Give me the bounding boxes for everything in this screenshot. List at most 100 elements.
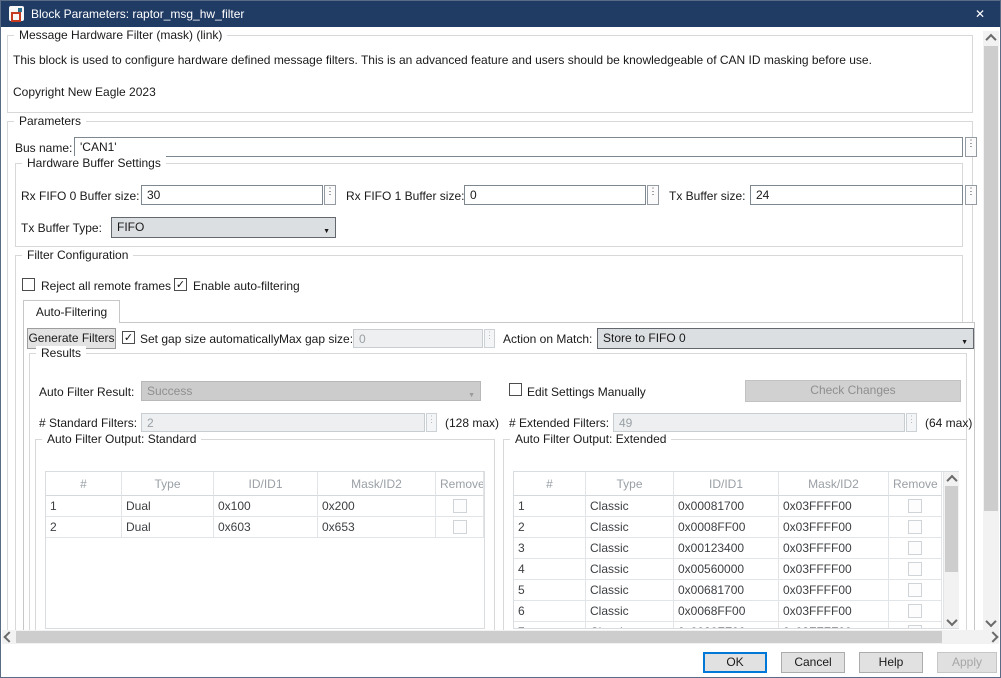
vscroll-thumb[interactable] [984,46,998,511]
remove-checkbox [908,625,922,629]
rx-fifo0-input[interactable]: 30 [141,185,323,205]
standard-filters-spinner: ⋮ [426,413,437,432]
table-cell: 1 [46,496,122,517]
set-gap-auto-checkbox[interactable]: ✓ [122,331,135,344]
rx-fifo1-label: Rx FIFO 1 Buffer size: [346,189,464,203]
scroll-down-icon[interactable] [944,615,959,628]
extended-filter-table[interactable]: #TypeID/ID1Mask/ID2Remove1Classic0x00081… [513,471,959,629]
table-row: 6Classic0x0068FF000x03FFFF00 [514,601,942,622]
extended-filters-max-note: (64 max) [925,416,972,430]
scroll-down-icon[interactable] [983,616,999,630]
action-on-match-label: Action on Match: [503,332,592,346]
cancel-button[interactable]: Cancel [781,652,845,673]
table-cell: 0x00560000 [674,559,779,580]
dialog-vscrollbar[interactable] [983,31,999,630]
chevron-down-icon: ▼ [468,387,475,404]
reject-remote-frames-label: Reject all remote frames [41,279,171,293]
table-cell: 3 [514,538,586,559]
enable-auto-filtering-label: Enable auto-filtering [193,279,300,293]
standard-filter-table[interactable]: #TypeID/ID1Mask/ID2Remove1Dual0x1000x200… [45,471,485,629]
scroll-up-icon[interactable] [944,472,959,485]
table-cell: Dual [122,517,214,538]
table-cell: Classic [586,622,674,629]
hscroll-thumb[interactable] [16,631,942,643]
table-cell: Classic [586,496,674,517]
scroll-left-icon[interactable] [2,630,15,644]
remove-cell [889,538,942,559]
table-cell: 4 [514,559,586,580]
remove-checkbox [908,541,922,555]
table-row: 1Classic0x000817000x03FFFF00 [514,496,942,517]
set-gap-auto-label: Set gap size automatically [140,332,279,346]
auto-filter-result-dropdown: Success ▼ [141,381,481,401]
edit-settings-manually-label: Edit Settings Manually [527,385,646,399]
table-cell: 0x03FFFF00 [779,496,889,517]
auto-filter-result-label: Auto Filter Result: [39,385,134,399]
bus-name-spinner[interactable]: ⋮ [965,137,977,157]
enable-auto-filtering-checkbox[interactable]: ✓ [174,278,187,291]
remove-cell [889,601,942,622]
tx-buffer-type-dropdown[interactable]: FIFO ▼ [111,217,336,238]
column-header: # [46,472,122,496]
remove-checkbox [908,583,922,597]
help-button[interactable]: Help [859,652,923,673]
reject-remote-frames-checkbox[interactable] [22,278,35,291]
ok-button[interactable]: OK [703,652,767,673]
table-cell: 0x03FFFF00 [779,580,889,601]
table-cell: 0x00681700 [674,580,779,601]
max-gap-size-label: Max gap size: [279,332,353,346]
table-cell: 0x03FFFF00 [779,601,889,622]
checkmark-icon: ✓ [175,279,186,291]
checkmark-icon: ✓ [123,332,134,344]
table-row: 1Dual0x1000x200 [46,496,484,517]
edit-settings-manually-checkbox[interactable] [509,383,522,396]
column-header: Mask/ID2 [779,472,889,496]
table-row: 2Dual0x6030x653 [46,517,484,538]
table-cell: 0x03FFFF00 [779,517,889,538]
remove-cell [436,517,484,538]
table-cell: 0x200 [318,496,436,517]
column-header: ID/ID1 [214,472,318,496]
column-header: Type [586,472,674,496]
dialog-hscrollbar[interactable] [2,630,999,644]
tab-auto-filtering[interactable]: Auto-Filtering [23,300,120,323]
table-cell: 0x0068FF00 [674,601,779,622]
standard-output-group-title: Auto Filter Output: Standard [42,432,201,446]
extended-table-vscrollbar[interactable] [943,472,959,628]
close-icon[interactable]: ✕ [968,4,992,24]
action-on-match-dropdown[interactable]: Store to FIFO 0 ▼ [597,328,974,349]
table-cell: 2 [514,517,586,538]
remove-checkbox [453,520,467,534]
tx-buffer-size-spinner[interactable]: ⋮ [965,185,977,205]
table-cell: 0x03FFFF00 [779,559,889,580]
remove-checkbox [908,562,922,576]
table-row: 2Classic0x0008FF000x03FFFF00 [514,517,942,538]
extended-table-scroll-thumb[interactable] [945,486,958,572]
column-header: Remove [436,472,484,496]
max-gap-size-spinner: ⋮ [484,329,495,348]
table-row: 7Classic0x0080FF000x03FFFF00 [514,622,942,629]
table-header-row: #TypeID/ID1Mask/ID2Remove [514,472,942,496]
action-on-match-value: Store to FIFO 0 [603,331,686,345]
scroll-right-icon[interactable] [986,630,999,644]
rx-fifo0-spinner[interactable]: ⋮ [324,185,336,205]
column-header: Type [122,472,214,496]
scroll-up-icon[interactable] [983,31,999,45]
results-group-title: Results [36,346,86,360]
table-cell: 0x00123400 [674,538,779,559]
bus-name-input[interactable]: 'CAN1' [74,137,963,157]
extended-filters-input: 49 [613,413,905,432]
table-cell: 0x603 [214,517,318,538]
table-cell: Classic [586,559,674,580]
rx-fifo1-input[interactable]: 0 [464,185,646,205]
tx-buffer-size-input[interactable]: 24 [750,185,963,205]
table-header-row: #TypeID/ID1Mask/ID2Remove [46,472,484,496]
rx-fifo1-spinner[interactable]: ⋮ [647,185,659,205]
remove-cell [889,580,942,601]
standard-filters-input: 2 [141,413,425,432]
column-header: Mask/ID2 [318,472,436,496]
apply-button: Apply [937,652,997,673]
titlebar[interactable]: Block Parameters: raptor_msg_hw_filter ✕ [1,1,1000,27]
table-cell: 7 [514,622,586,629]
standard-filters-label: # Standard Filters: [39,416,137,430]
